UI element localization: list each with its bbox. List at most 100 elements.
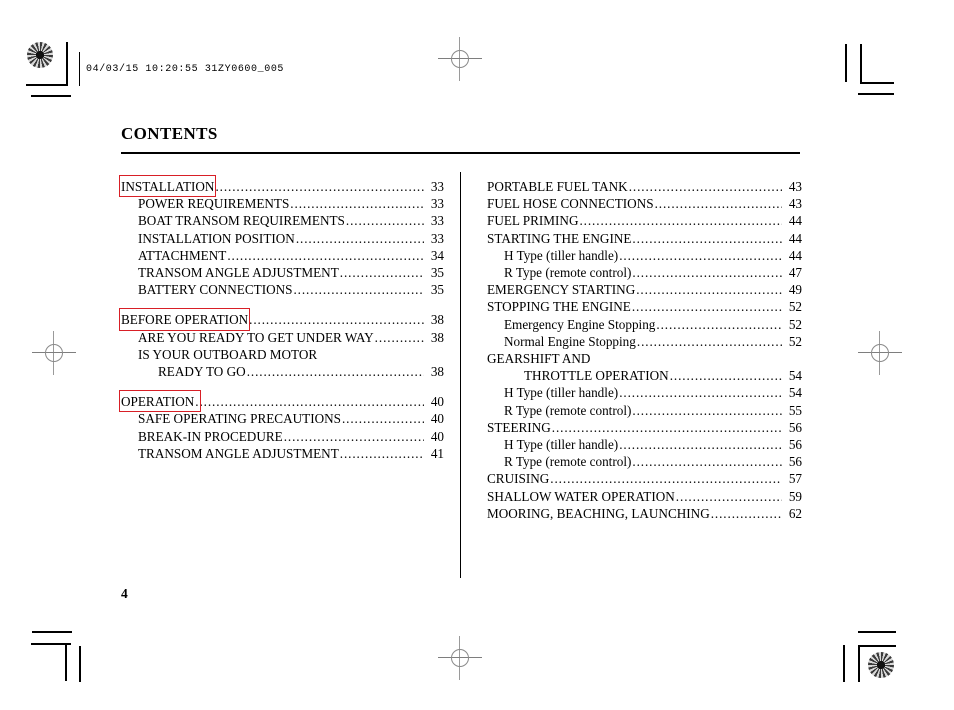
registration-crosshair-left bbox=[32, 331, 76, 375]
toc-entry-label: CRUISING bbox=[487, 471, 550, 487]
toc-entry[interactable]: TRANSOM ANGLE ADJUSTMENT................… bbox=[121, 264, 444, 281]
toc-entry[interactable]: OPERATION...............................… bbox=[118, 390, 444, 413]
toc-entry-label: Normal Engine Stopping bbox=[504, 333, 636, 349]
dot-leader: ........................................… bbox=[675, 488, 782, 504]
dot-leader: ........................................… bbox=[631, 299, 782, 315]
toc-entry[interactable]: SHALLOW WATER OPERATION.................… bbox=[487, 488, 802, 505]
dot-leader: ........................................… bbox=[345, 213, 424, 229]
toc-entry[interactable]: INSTALLATION POSITION...................… bbox=[121, 230, 444, 247]
dot-leader: ........................................… bbox=[632, 230, 782, 246]
toc-entry-label: BEFORE OPERATION bbox=[118, 308, 251, 331]
toc-entry-label: IS YOUR OUTBOARD MOTOR bbox=[138, 346, 318, 362]
toc-entry-page: 44 bbox=[788, 213, 802, 229]
toc-entry[interactable]: READY TO GO.............................… bbox=[121, 363, 444, 380]
crop-mark-bottom-left-vertical-outer bbox=[79, 646, 81, 682]
toc-entry-label: TRANSOM ANGLE ADJUSTMENT bbox=[138, 265, 339, 281]
toc-entry-page: 41 bbox=[430, 445, 444, 461]
registration-crosshair-top-center bbox=[438, 37, 482, 81]
toc-entry-label: INSTALLATION bbox=[118, 174, 217, 198]
dot-leader: ........................................… bbox=[710, 505, 782, 521]
dot-leader: ........................................… bbox=[632, 454, 782, 470]
toc-entry[interactable]: BREAK-IN PROCEDURE......................… bbox=[121, 428, 444, 445]
toc-entry[interactable]: BATTERY CONNECTIONS.....................… bbox=[121, 281, 444, 298]
toc-entry[interactable]: MOORING, BEACHING, LAUNCHING............… bbox=[487, 505, 802, 522]
crop-mark-top-right-horizontal-outer bbox=[858, 93, 894, 95]
crop-mark-bottom-right-horizontal-outer bbox=[858, 631, 896, 633]
toc-entry-label: STARTING THE ENGINE bbox=[487, 230, 632, 246]
toc-entry-label: R Type (remote control) bbox=[504, 402, 632, 418]
toc-entry[interactable]: H Type (tiller handle)..................… bbox=[487, 436, 802, 453]
toc-entry-page: 40 bbox=[430, 411, 444, 427]
toc-entry-label: OPERATION bbox=[118, 390, 202, 413]
toc-entry[interactable]: ARE YOU READY TO GET UNDER WAY..........… bbox=[121, 329, 444, 346]
toc-entry[interactable]: EMERGENCY STARTING......................… bbox=[487, 281, 802, 298]
toc-entry-label: BREAK-IN PROCEDURE bbox=[138, 428, 283, 444]
toc-entry[interactable]: CRUISING................................… bbox=[487, 470, 802, 487]
dot-leader: ........................................… bbox=[227, 247, 424, 263]
column-divider bbox=[460, 172, 461, 578]
dot-leader: ........................................… bbox=[339, 445, 424, 461]
toc-entry[interactable]: THROTTLE OPERATION......................… bbox=[487, 367, 802, 384]
dot-leader: ........................................… bbox=[283, 428, 424, 444]
toc-entry[interactable]: Emergency Engine Stopping...............… bbox=[487, 316, 802, 333]
toc-entry-label: EMERGENCY STARTING bbox=[487, 282, 636, 298]
toc-entry-label: POWER REQUIREMENTS bbox=[138, 196, 290, 212]
registration-rosette-bottom-right bbox=[868, 652, 894, 678]
toc-entry[interactable]: INSTALLATION............................… bbox=[118, 174, 444, 198]
toc-entry-page: 43 bbox=[788, 179, 802, 194]
highlight-box: INSTALLATION bbox=[118, 174, 217, 198]
toc-entry[interactable]: SAFE OPERATING PRECAUTIONS..............… bbox=[121, 410, 444, 427]
crop-mark-top-left-vertical bbox=[66, 42, 68, 86]
toc-entry-page: 33 bbox=[430, 196, 444, 212]
toc-entry[interactable]: FUEL PRIMING............................… bbox=[487, 212, 802, 229]
toc-entry[interactable]: R Type (remote control).................… bbox=[487, 402, 802, 419]
toc-entry[interactable]: STOPPING THE ENGINE.....................… bbox=[487, 298, 802, 315]
registration-crosshair-bottom-center bbox=[438, 636, 482, 680]
toc-entry-page: 49 bbox=[788, 282, 802, 298]
toc-entry[interactable]: Normal Engine Stopping..................… bbox=[487, 333, 802, 350]
toc-entry[interactable]: STEERING................................… bbox=[487, 419, 802, 436]
highlight-box: BEFORE OPERATION bbox=[118, 308, 251, 331]
toc-entry[interactable]: ATTACHMENT..............................… bbox=[121, 247, 444, 264]
dot-leader: ........................................… bbox=[195, 394, 424, 410]
toc-entry-label: H Type (tiller handle) bbox=[504, 385, 619, 401]
dot-leader: ........................................… bbox=[290, 196, 424, 212]
toc-entry[interactable]: PORTABLE FUEL TANK......................… bbox=[487, 178, 802, 195]
toc-entry[interactable]: R Type (remote control).................… bbox=[487, 264, 802, 281]
toc-entry-label: TRANSOM ANGLE ADJUSTMENT bbox=[138, 445, 339, 461]
dot-leader: ........................................… bbox=[215, 179, 424, 194]
toc-entry-page: 54 bbox=[788, 385, 802, 401]
toc-entry-page: 44 bbox=[788, 247, 802, 263]
toc-entry[interactable]: IS YOUR OUTBOARD MOTOR..................… bbox=[121, 346, 444, 363]
toc-entry-label: H Type (tiller handle) bbox=[504, 247, 619, 263]
dot-leader: ........................................… bbox=[295, 230, 424, 246]
registration-crosshair-right bbox=[858, 331, 902, 375]
toc-entry-label: ARE YOU READY TO GET UNDER WAY bbox=[138, 329, 374, 345]
crop-mark-bottom-left-horizontal-outer bbox=[32, 631, 72, 633]
page-title: CONTENTS bbox=[121, 124, 218, 143]
registration-rosette-top-left bbox=[27, 42, 53, 68]
toc-entry-label: FUEL HOSE CONNECTIONS bbox=[487, 196, 654, 212]
toc-entry[interactable]: TRANSOM ANGLE ADJUSTMENT................… bbox=[121, 445, 444, 462]
dot-leader: ........................................… bbox=[619, 437, 782, 453]
toc-entry-page: 35 bbox=[430, 265, 444, 281]
toc-section-gap bbox=[121, 298, 444, 311]
toc-entry[interactable]: H Type (tiller handle)..................… bbox=[487, 247, 802, 264]
toc-entry[interactable]: H Type (tiller handle)..................… bbox=[487, 384, 802, 401]
dot-leader: ........................................… bbox=[551, 419, 782, 435]
toc-entry[interactable]: GEARSHIFT AND...........................… bbox=[487, 350, 802, 367]
toc-entry[interactable]: R Type (remote control).................… bbox=[487, 453, 802, 470]
toc-entry-page: 40 bbox=[430, 428, 444, 444]
toc-entry[interactable]: FUEL HOSE CONNECTIONS...................… bbox=[487, 195, 802, 212]
toc-column-left: INSTALLATION............................… bbox=[118, 174, 444, 462]
toc-entry[interactable]: STARTING THE ENGINE.....................… bbox=[487, 230, 802, 247]
dot-leader: ........................................… bbox=[654, 196, 782, 212]
toc-entry-label: SHALLOW WATER OPERATION bbox=[487, 488, 675, 504]
toc-entry[interactable]: BEFORE OPERATION........................… bbox=[118, 308, 444, 331]
toc-entry-page: 38 bbox=[430, 329, 444, 345]
toc-entry[interactable]: BOAT TRANSOM REQUIREMENTS...............… bbox=[121, 212, 444, 229]
title-underline-rule bbox=[121, 152, 800, 154]
dot-leader: ........................................… bbox=[619, 385, 782, 401]
toc-entry-page: 56 bbox=[788, 419, 802, 435]
toc-entry[interactable]: POWER REQUIREMENTS......................… bbox=[121, 195, 444, 212]
